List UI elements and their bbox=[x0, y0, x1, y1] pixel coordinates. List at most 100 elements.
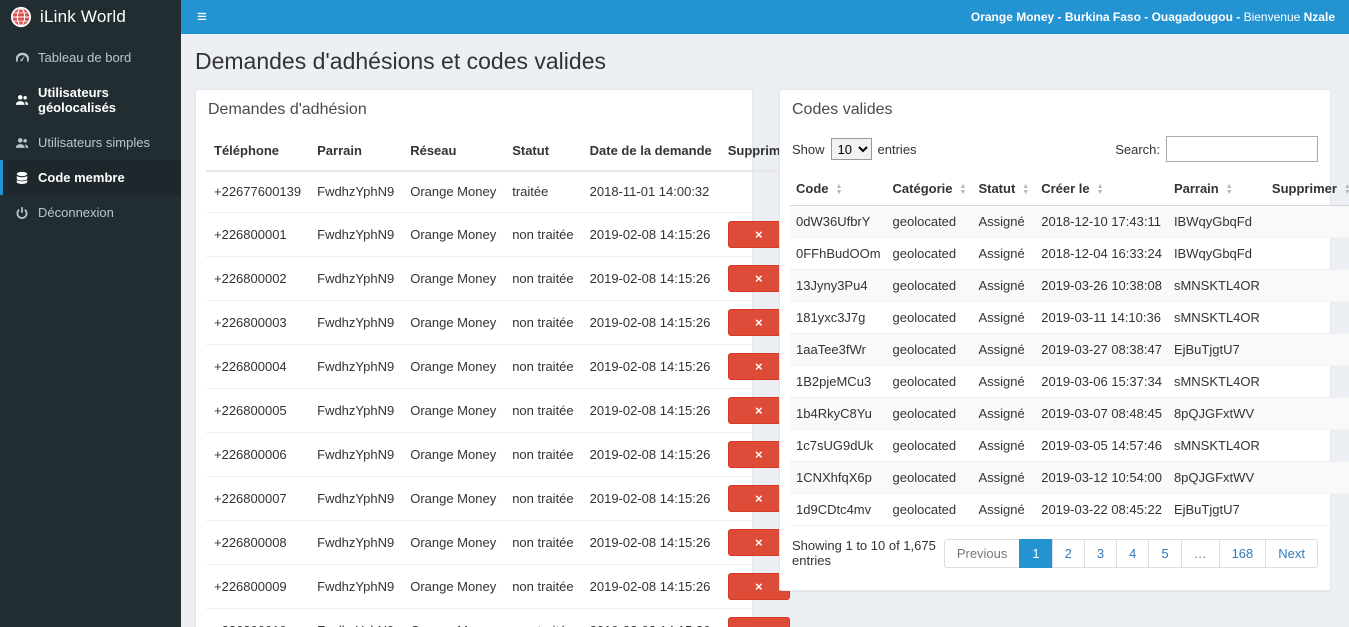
date-cell: 2019-02-08 14:15:26 bbox=[581, 564, 720, 609]
code-cell: 0FFhBudOOm bbox=[790, 237, 887, 270]
supprimer-cell bbox=[1265, 301, 1349, 334]
column-header-statut[interactable]: Statut ▲ ▼ bbox=[972, 172, 1036, 206]
date-cell: 2019-02-08 14:15:26 bbox=[581, 256, 720, 301]
parrain-cell: sMNSKTL4OR bbox=[1167, 365, 1266, 398]
column-header-label: Parrain bbox=[1173, 181, 1219, 196]
code-row: 1CNXhfqX6p geolocated Assigné 2019-03-12 10… bbox=[790, 461, 1349, 494]
column-header-label: Code bbox=[796, 181, 829, 196]
statut-cell: non traitée bbox=[504, 388, 582, 433]
pagination-next[interactable]: Next bbox=[1265, 538, 1318, 568]
parrain-cell: sMNSKTL4OR bbox=[1167, 429, 1266, 462]
adhesion-row: +226800004 FwdhzYphN9 Orange Money non trai… bbox=[206, 344, 801, 389]
statut-cell: traitée bbox=[504, 171, 582, 213]
parrain-cell: FwdhzYphN9 bbox=[309, 344, 403, 389]
code-cell: 1B2pjeMCu3 bbox=[790, 365, 887, 398]
sidebar: Tableau de bord Utilisateurs géolocalisé… bbox=[0, 34, 181, 627]
categorie-cell: geolocated bbox=[886, 493, 973, 526]
statut-cell: Assigné bbox=[972, 397, 1036, 430]
pagination-page-1[interactable]: 1 bbox=[1019, 538, 1053, 568]
code-cell: 181yxc3J7g bbox=[790, 301, 887, 334]
reseau-cell: Orange Money bbox=[402, 171, 505, 213]
adhesion-table-header-row: Téléphone Parrain Réseau Statut Date de … bbox=[206, 130, 801, 172]
pagination-page-5[interactable]: 5 bbox=[1148, 538, 1182, 568]
statut-cell: non traitée bbox=[504, 256, 582, 301]
parrain-cell: sMNSKTL4OR bbox=[1167, 269, 1266, 302]
pagination-previous[interactable]: Previous bbox=[943, 538, 1021, 568]
creer-le-cell: 2019-03-12 10:54:00 bbox=[1035, 461, 1168, 494]
creer-le-cell: 2019-03-05 14:57:46 bbox=[1035, 429, 1168, 462]
code-row: 181yxc3J7g geolocated Assigné 2019-03-11 14… bbox=[790, 301, 1349, 334]
column-header-statut: Statut bbox=[504, 130, 582, 172]
user-info-name: Nzale bbox=[1303, 10, 1335, 24]
code-row: 0dW36UfbrY geolocated Assigné 2018-12-10 17… bbox=[790, 205, 1349, 238]
categorie-cell: geolocated bbox=[886, 301, 973, 334]
column-header-categorie[interactable]: Catégorie ▲ ▼ bbox=[886, 172, 973, 206]
sidebar-item-label: Code membre bbox=[38, 170, 125, 185]
adhesion-table-body: +22677600139 FwdhzYphN9 Orange Money traité… bbox=[206, 171, 801, 627]
date-cell: 2019-02-08 14:15:26 bbox=[581, 388, 720, 433]
statut-cell: Assigné bbox=[972, 461, 1036, 494]
supprimer-cell bbox=[1265, 397, 1349, 430]
sidebar-item-label: Déconnexion bbox=[38, 205, 114, 220]
supprimer-cell bbox=[1265, 493, 1349, 526]
categorie-cell: geolocated bbox=[886, 237, 973, 270]
code-cell: 1b4RkyC8Yu bbox=[790, 397, 887, 430]
categorie-cell: geolocated bbox=[886, 365, 973, 398]
adhesion-row: +226800010FwdhzYphN9Orange Moneynon trai… bbox=[206, 608, 801, 627]
phone-cell: +226800003 bbox=[206, 300, 310, 345]
phone-cell: +226800002 bbox=[206, 256, 310, 301]
sidebar-item-tableau-de-bord[interactable]: Tableau de bord bbox=[0, 40, 181, 75]
parrain-cell: FwdhzYphN9 bbox=[309, 388, 403, 433]
column-header-parrain[interactable]: Parrain ▲ ▼ bbox=[1167, 172, 1266, 206]
search-input[interactable] bbox=[1166, 136, 1318, 162]
statut-cell: non traitée bbox=[504, 608, 582, 627]
sidebar-item-utilisateurs-geolocalises[interactable]: Utilisateurs géolocalisés bbox=[0, 75, 181, 125]
dashboard-icon bbox=[15, 51, 29, 65]
date-cell: 2019-02-08 14:15:26 bbox=[581, 432, 720, 477]
pagination-page-4[interactable]: 4 bbox=[1116, 538, 1150, 568]
supprimer-cell bbox=[1265, 237, 1349, 270]
statut-cell: non traitée bbox=[504, 520, 582, 565]
supprimer-cell bbox=[1265, 365, 1349, 398]
sort-icon: ▲ ▼ bbox=[1225, 182, 1233, 196]
sidebar-item-utilisateurs-simples[interactable]: Utilisateurs simples bbox=[0, 125, 181, 160]
brand-title: iLink World bbox=[40, 7, 126, 26]
categorie-cell: geolocated bbox=[886, 429, 973, 462]
sidebar-item-deconnexion[interactable]: Déconnexion bbox=[0, 195, 181, 230]
adhesion-row: +22677600139 FwdhzYphN9 Orange Money traité… bbox=[206, 171, 801, 213]
categorie-cell: geolocated bbox=[886, 333, 973, 366]
sidebar-item-label: Tableau de bord bbox=[38, 50, 132, 65]
creer-le-cell: 2019-03-06 15:37:34 bbox=[1035, 365, 1168, 398]
supprimer-cell bbox=[1265, 461, 1349, 494]
categorie-cell: geolocated bbox=[886, 461, 973, 494]
entries-select[interactable]: 10 bbox=[830, 138, 872, 160]
adhesion-panel-title: Demandes d'adhésion bbox=[208, 101, 367, 118]
sidebar-item-code-membre[interactable]: Code membre bbox=[0, 160, 181, 195]
datatable-footer: Showing 1 to 10 of 1,675 entries Previou… bbox=[790, 526, 1320, 580]
column-header-supprimer[interactable]: Supprimer ▲ ▼ bbox=[1265, 172, 1349, 206]
page-title: Demandes d'adhésions et codes valides bbox=[195, 48, 606, 74]
users-icon bbox=[15, 93, 29, 107]
brand-logo-area[interactable]: iLink World bbox=[0, 0, 181, 34]
navbar: ≡ Orange Money - Burkina Faso - Ouagadou… bbox=[181, 0, 1349, 34]
statut-cell: Assigné bbox=[972, 365, 1036, 398]
column-header-code[interactable]: Code ▲ ▼ bbox=[790, 172, 887, 206]
parrain-cell: EjBuTjgtU7 bbox=[1167, 333, 1266, 366]
code-row: 13Jyny3Pu4 geolocated Assigné 2019-03-26 10… bbox=[790, 269, 1349, 302]
parrain-cell: FwdhzYphN9 bbox=[309, 564, 403, 609]
menu-toggle-icon[interactable]: ≡ bbox=[181, 0, 223, 34]
adhesion-row: +226800005 FwdhzYphN9 Orange Money non trai… bbox=[206, 388, 801, 433]
sort-icon: ▲ ▼ bbox=[1096, 182, 1104, 196]
delete-request-button[interactable]: × bbox=[727, 616, 790, 627]
code-row: 1d9CDtc4mv geolocated Assigné 2019-03-22 08… bbox=[790, 493, 1349, 526]
pagination-page-2[interactable]: 2 bbox=[1051, 538, 1085, 568]
column-header-creer-le[interactable]: Créer le ▲ ▼ bbox=[1035, 172, 1168, 206]
parrain-cell: FwdhzYphN9 bbox=[309, 476, 403, 521]
creer-le-cell: 2019-03-26 10:38:08 bbox=[1035, 269, 1168, 302]
pagination-page-168[interactable]: 168 bbox=[1218, 538, 1267, 568]
show-label: Show bbox=[792, 141, 825, 157]
column-header-label: Statut bbox=[978, 181, 1016, 196]
pagination-page-3[interactable]: 3 bbox=[1083, 538, 1118, 568]
parrain-cell: 8pQJGFxtWV bbox=[1167, 461, 1266, 494]
adhesion-row: +226800008 FwdhzYphN9 Orange Money non trai… bbox=[206, 520, 801, 565]
